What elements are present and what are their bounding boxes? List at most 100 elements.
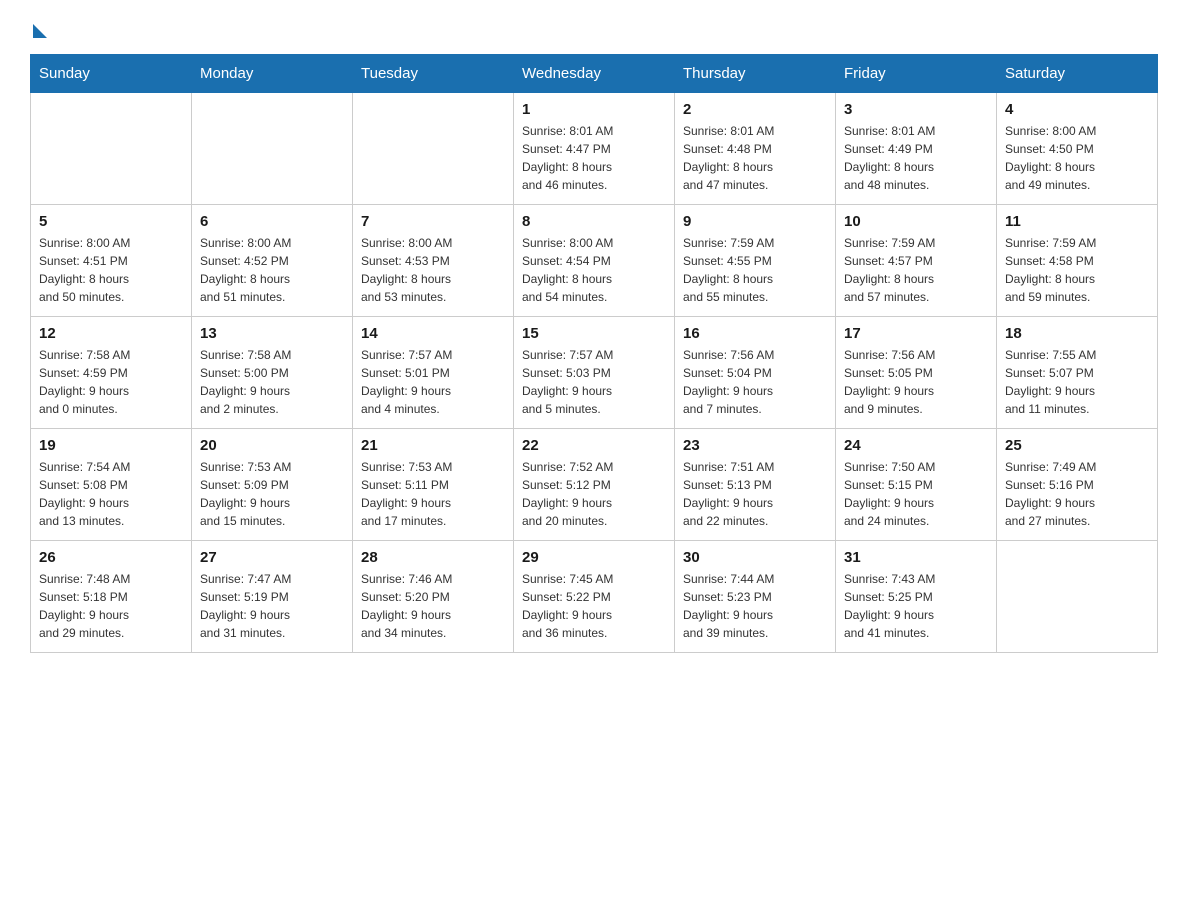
day-header-sunday: Sunday <box>31 55 192 93</box>
day-info: Sunrise: 8:00 AM Sunset: 4:51 PM Dayligh… <box>39 234 183 306</box>
calendar-cell: 28Sunrise: 7:46 AM Sunset: 5:20 PM Dayli… <box>353 541 514 653</box>
day-number: 9 <box>683 213 827 230</box>
calendar-week-row: 1 Sunrise: 8:01 AM Sunset: 4:47 PM Daylig… <box>31 93 1158 205</box>
calendar-cell: 6Sunrise: 8:00 AM Sunset: 4:52 PM Daylig… <box>192 205 353 317</box>
calendar-table: SundayMondayTuesdayWednesdayThursdayFrid… <box>30 54 1158 653</box>
calendar-cell: 23 Sunrise: 7:51 AM Sunset: 5:13 PM Dayli… <box>675 429 836 541</box>
day-number: 11 <box>1005 213 1149 230</box>
day-info: Sunrise: 7:55 AM Sunset: 5:07 PM Dayligh… <box>1005 346 1149 418</box>
calendar-cell: 26Sunrise: 7:48 AM Sunset: 5:18 PM Dayli… <box>31 541 192 653</box>
day-number: 29 <box>522 549 666 566</box>
day-number: 16 <box>683 325 827 342</box>
day-info: Sunrise: 7:59 AM Sunset: 4:57 PM Dayligh… <box>844 234 988 306</box>
day-info: Sunrise: 7:52 AM Sunset: 5:12 PM Dayligh… <box>522 458 666 530</box>
day-info: Sunrise: 8:01 AM Sunset: 4:48 PM Dayligh… <box>683 122 827 194</box>
day-header-friday: Friday <box>836 55 997 93</box>
calendar-cell: 27Sunrise: 7:47 AM Sunset: 5:19 PM Dayli… <box>192 541 353 653</box>
day-header-saturday: Saturday <box>997 55 1158 93</box>
day-number: 20 <box>200 437 344 454</box>
calendar-cell: 13 Sunrise: 7:58 AM Sunset: 5:00 PM Dayli… <box>192 317 353 429</box>
calendar-cell: 19Sunrise: 7:54 AM Sunset: 5:08 PM Dayli… <box>31 429 192 541</box>
calendar-cell: 9 Sunrise: 7:59 AM Sunset: 4:55 PM Daylig… <box>675 205 836 317</box>
calendar-cell: 29 Sunrise: 7:45 AM Sunset: 5:22 PM Dayli… <box>514 541 675 653</box>
calendar-cell: 25Sunrise: 7:49 AM Sunset: 5:16 PM Dayli… <box>997 429 1158 541</box>
day-number: 8 <box>522 213 666 230</box>
day-number: 23 <box>683 437 827 454</box>
calendar-cell <box>31 93 192 205</box>
calendar-cell: 31 Sunrise: 7:43 AM Sunset: 5:25 PM Dayli… <box>836 541 997 653</box>
day-number: 28 <box>361 549 505 566</box>
day-number: 30 <box>683 549 827 566</box>
calendar-cell: 12 Sunrise: 7:58 AM Sunset: 4:59 PM Dayli… <box>31 317 192 429</box>
day-info: Sunrise: 8:01 AM Sunset: 4:47 PM Dayligh… <box>522 122 666 194</box>
day-info: Sunrise: 8:00 AM Sunset: 4:54 PM Dayligh… <box>522 234 666 306</box>
day-info: Sunrise: 7:50 AM Sunset: 5:15 PM Dayligh… <box>844 458 988 530</box>
day-number: 24 <box>844 437 988 454</box>
day-info: Sunrise: 8:00 AM Sunset: 4:53 PM Dayligh… <box>361 234 505 306</box>
day-number: 22 <box>522 437 666 454</box>
calendar-cell: 16Sunrise: 7:56 AM Sunset: 5:04 PM Dayli… <box>675 317 836 429</box>
calendar-cell: 17 Sunrise: 7:56 AM Sunset: 5:05 PM Dayli… <box>836 317 997 429</box>
day-number: 19 <box>39 437 183 454</box>
day-info: Sunrise: 7:58 AM Sunset: 4:59 PM Dayligh… <box>39 346 183 418</box>
day-number: 18 <box>1005 325 1149 342</box>
day-info: Sunrise: 7:59 AM Sunset: 4:55 PM Dayligh… <box>683 234 827 306</box>
day-header-monday: Monday <box>192 55 353 93</box>
calendar-cell: 15 Sunrise: 7:57 AM Sunset: 5:03 PM Dayli… <box>514 317 675 429</box>
day-number: 7 <box>361 213 505 230</box>
day-number: 14 <box>361 325 505 342</box>
day-number: 17 <box>844 325 988 342</box>
calendar-cell: 10 Sunrise: 7:59 AM Sunset: 4:57 PM Dayli… <box>836 205 997 317</box>
day-info: Sunrise: 7:58 AM Sunset: 5:00 PM Dayligh… <box>200 346 344 418</box>
day-number: 5 <box>39 213 183 230</box>
calendar-cell: 5 Sunrise: 8:00 AM Sunset: 4:51 PM Daylig… <box>31 205 192 317</box>
calendar-cell <box>997 541 1158 653</box>
day-info: Sunrise: 7:59 AM Sunset: 4:58 PM Dayligh… <box>1005 234 1149 306</box>
page-header <box>30 20 1158 34</box>
day-number: 26 <box>39 549 183 566</box>
day-info: Sunrise: 7:56 AM Sunset: 5:05 PM Dayligh… <box>844 346 988 418</box>
day-number: 10 <box>844 213 988 230</box>
day-number: 13 <box>200 325 344 342</box>
calendar-cell: 30 Sunrise: 7:44 AM Sunset: 5:23 PM Dayli… <box>675 541 836 653</box>
day-info: Sunrise: 8:00 AM Sunset: 4:50 PM Dayligh… <box>1005 122 1149 194</box>
day-info: Sunrise: 7:45 AM Sunset: 5:22 PM Dayligh… <box>522 570 666 642</box>
calendar-cell: 8 Sunrise: 8:00 AM Sunset: 4:54 PM Daylig… <box>514 205 675 317</box>
calendar-cell: 21 Sunrise: 7:53 AM Sunset: 5:11 PM Dayli… <box>353 429 514 541</box>
day-info: Sunrise: 7:57 AM Sunset: 5:01 PM Dayligh… <box>361 346 505 418</box>
day-number: 3 <box>844 101 988 118</box>
calendar-cell: 3 Sunrise: 8:01 AM Sunset: 4:49 PM Daylig… <box>836 93 997 205</box>
day-info: Sunrise: 7:53 AM Sunset: 5:11 PM Dayligh… <box>361 458 505 530</box>
calendar-cell: 1 Sunrise: 8:01 AM Sunset: 4:47 PM Daylig… <box>514 93 675 205</box>
calendar-week-row: 19Sunrise: 7:54 AM Sunset: 5:08 PM Dayli… <box>31 429 1158 541</box>
calendar-cell: 20 Sunrise: 7:53 AM Sunset: 5:09 PM Dayli… <box>192 429 353 541</box>
day-number: 27 <box>200 549 344 566</box>
day-info: Sunrise: 8:01 AM Sunset: 4:49 PM Dayligh… <box>844 122 988 194</box>
day-header-thursday: Thursday <box>675 55 836 93</box>
calendar-header-row: SundayMondayTuesdayWednesdayThursdayFrid… <box>31 55 1158 93</box>
calendar-cell: 14 Sunrise: 7:57 AM Sunset: 5:01 PM Dayli… <box>353 317 514 429</box>
day-number: 12 <box>39 325 183 342</box>
day-info: Sunrise: 7:57 AM Sunset: 5:03 PM Dayligh… <box>522 346 666 418</box>
day-number: 1 <box>522 101 666 118</box>
logo-arrow-icon <box>33 24 47 38</box>
day-number: 21 <box>361 437 505 454</box>
calendar-cell: 18 Sunrise: 7:55 AM Sunset: 5:07 PM Dayli… <box>997 317 1158 429</box>
calendar-cell: 24 Sunrise: 7:50 AM Sunset: 5:15 PM Dayli… <box>836 429 997 541</box>
day-number: 25 <box>1005 437 1149 454</box>
calendar-cell <box>192 93 353 205</box>
logo <box>30 20 47 34</box>
day-info: Sunrise: 7:53 AM Sunset: 5:09 PM Dayligh… <box>200 458 344 530</box>
calendar-cell: 22 Sunrise: 7:52 AM Sunset: 5:12 PM Dayli… <box>514 429 675 541</box>
day-header-tuesday: Tuesday <box>353 55 514 93</box>
day-info: Sunrise: 8:00 AM Sunset: 4:52 PM Dayligh… <box>200 234 344 306</box>
day-number: 15 <box>522 325 666 342</box>
day-info: Sunrise: 7:43 AM Sunset: 5:25 PM Dayligh… <box>844 570 988 642</box>
day-number: 31 <box>844 549 988 566</box>
calendar-cell: 11 Sunrise: 7:59 AM Sunset: 4:58 PM Dayli… <box>997 205 1158 317</box>
calendar-cell <box>353 93 514 205</box>
calendar-week-row: 5 Sunrise: 8:00 AM Sunset: 4:51 PM Daylig… <box>31 205 1158 317</box>
day-info: Sunrise: 7:51 AM Sunset: 5:13 PM Dayligh… <box>683 458 827 530</box>
day-info: Sunrise: 7:44 AM Sunset: 5:23 PM Dayligh… <box>683 570 827 642</box>
day-number: 2 <box>683 101 827 118</box>
